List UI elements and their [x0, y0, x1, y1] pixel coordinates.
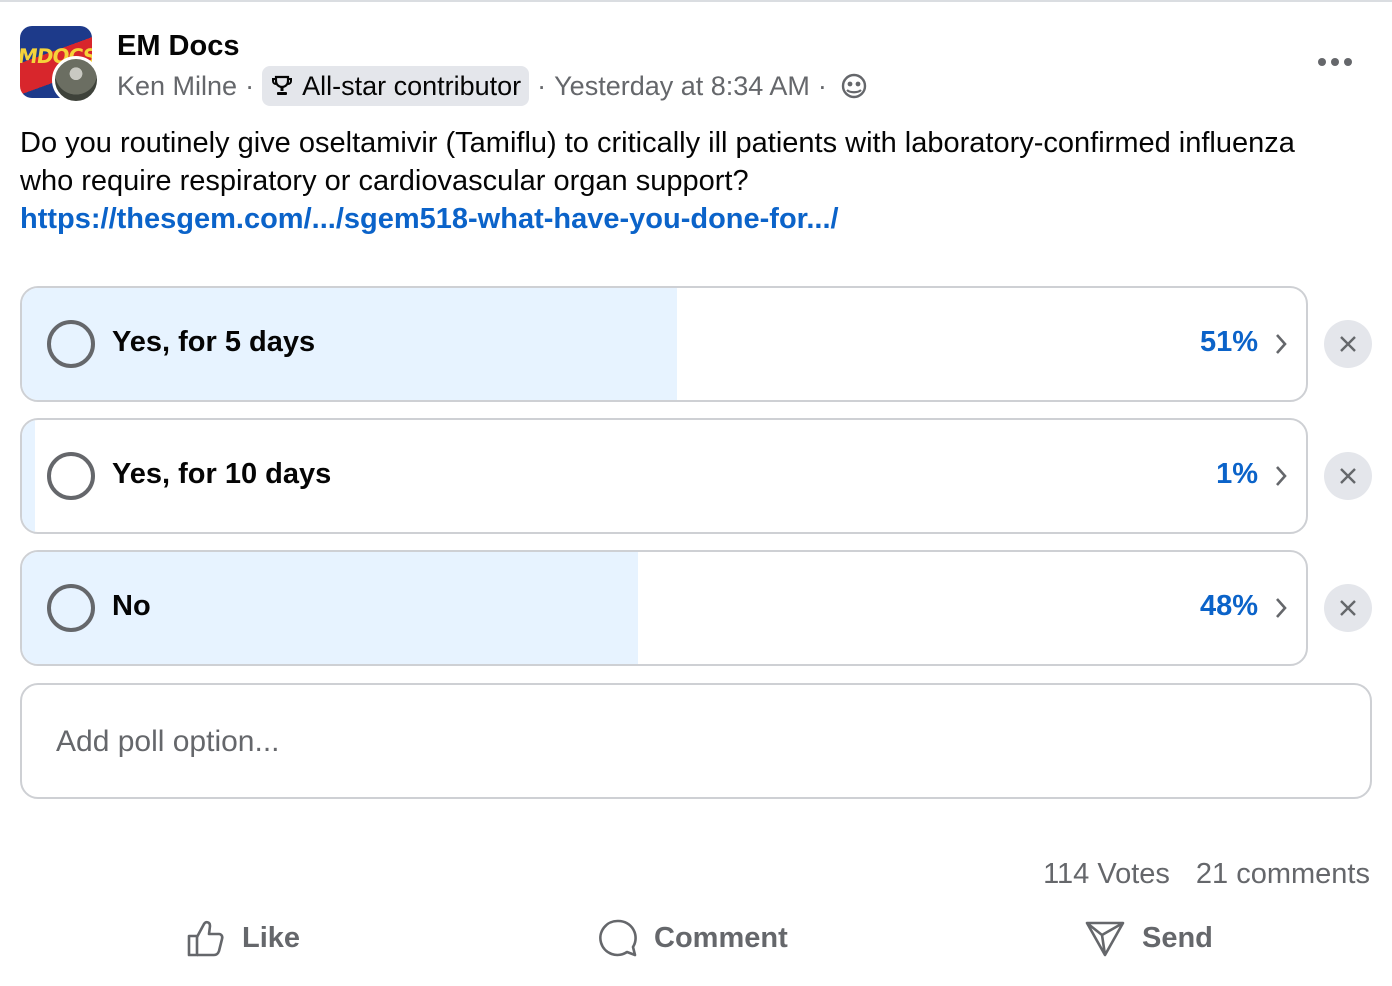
- action-bar: Like Comment Send: [0, 908, 1392, 968]
- post-stats: 114 Votes 21 comments: [1043, 858, 1370, 891]
- vote-count[interactable]: 114 Votes: [1043, 858, 1170, 891]
- close-icon: [1340, 600, 1356, 616]
- comment-button[interactable]: Comment: [598, 908, 788, 968]
- radio-button[interactable]: [47, 320, 95, 368]
- add-poll-option-input[interactable]: [56, 717, 1316, 767]
- globe-icon: [841, 73, 867, 99]
- poll-option-label: No: [112, 590, 151, 622]
- poll-option-percent[interactable]: 1%: [1216, 458, 1258, 491]
- radio-button[interactable]: [47, 584, 95, 632]
- thumbs-up-icon: [187, 920, 224, 957]
- add-poll-option[interactable]: [20, 683, 1372, 799]
- group-name[interactable]: EM Docs: [117, 30, 239, 63]
- like-button[interactable]: Like: [186, 908, 300, 968]
- close-icon: [1340, 336, 1356, 352]
- chevron-right-icon: [1276, 466, 1287, 486]
- separator-dot: ·: [817, 70, 827, 101]
- poll-option-percent[interactable]: 48%: [1200, 590, 1258, 623]
- close-icon: [1340, 468, 1356, 484]
- top-divider: [0, 0, 1392, 2]
- post-text: Do you routinely give oseltamivir (Tamif…: [20, 127, 1295, 197]
- remove-option-button[interactable]: [1324, 584, 1372, 632]
- separator-dot: ·: [245, 70, 255, 101]
- send-label: Send: [1142, 921, 1213, 954]
- post-meta: Ken Milne · All-star contributor · Yeste…: [117, 66, 867, 106]
- all-star-badge[interactable]: All-star contributor: [262, 66, 530, 106]
- badge-label: All-star contributor: [302, 70, 522, 101]
- comment-icon: [599, 919, 637, 957]
- post-timestamp[interactable]: Yesterday at 8:34 AM: [554, 71, 810, 102]
- trophy-icon: [270, 74, 294, 98]
- radio-button[interactable]: [47, 452, 95, 500]
- comment-count[interactable]: 21 comments: [1196, 858, 1370, 891]
- more-options-icon: [1318, 58, 1326, 66]
- avatar-group[interactable]: MDOCS: [20, 26, 100, 104]
- comment-label: Comment: [654, 921, 788, 954]
- post-link[interactable]: https://thesgem.com/.../sgem518-what-hav…: [20, 200, 839, 238]
- send-icon: [1085, 921, 1125, 957]
- poll-option[interactable]: Yes, for 5 days 51%: [20, 286, 1308, 402]
- author-name[interactable]: Ken Milne: [117, 71, 237, 102]
- remove-option-button[interactable]: [1324, 452, 1372, 500]
- poll-option-label: Yes, for 10 days: [112, 458, 332, 490]
- author-avatar[interactable]: [52, 56, 100, 104]
- remove-option-button[interactable]: [1324, 320, 1372, 368]
- poll-option-label: Yes, for 5 days: [112, 326, 316, 358]
- send-button[interactable]: Send: [1084, 908, 1213, 968]
- poll-option-percent[interactable]: 51%: [1200, 326, 1258, 359]
- more-options-button[interactable]: [1312, 46, 1358, 78]
- chevron-right-icon: [1276, 334, 1287, 354]
- chevron-right-icon: [1276, 598, 1287, 618]
- separator-dot: ·: [537, 70, 547, 101]
- poll-option[interactable]: Yes, for 10 days 1%: [20, 418, 1308, 534]
- like-label: Like: [242, 921, 301, 954]
- poll-option[interactable]: No 48%: [20, 550, 1308, 666]
- poll-result-bar: [22, 420, 35, 532]
